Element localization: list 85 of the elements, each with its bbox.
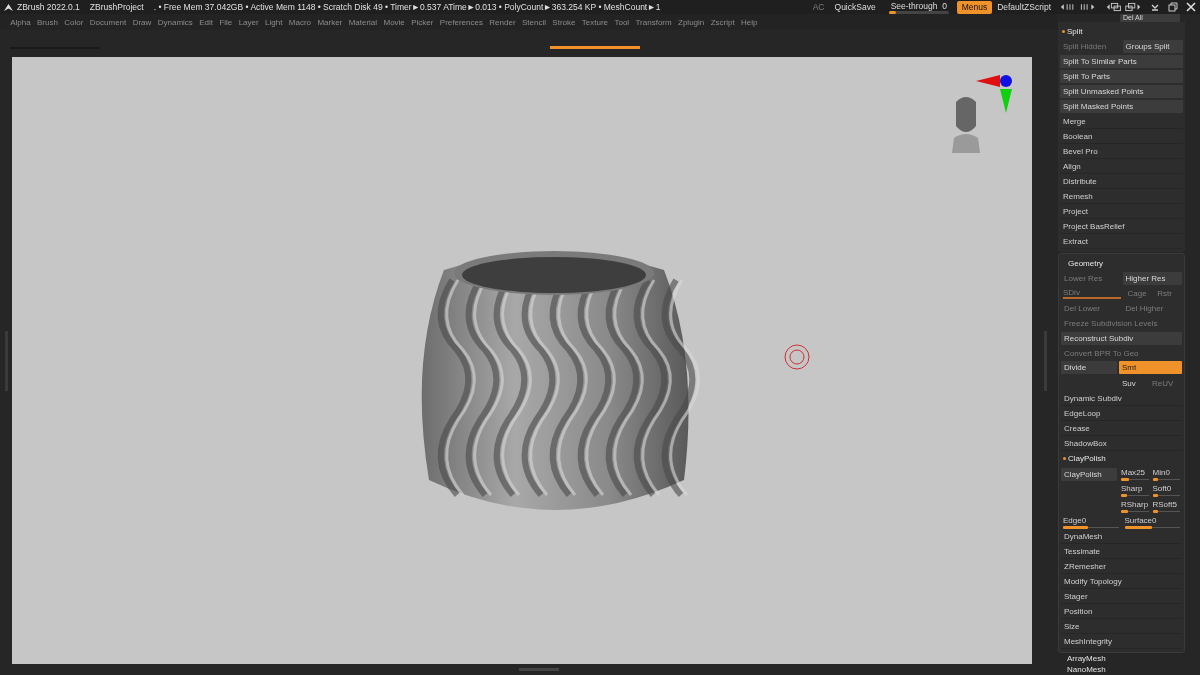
menu-item[interactable]: Stencil [518, 17, 550, 27]
palette-item[interactable]: ZRemesher [1061, 559, 1182, 574]
axis-gizmo-drawing[interactable] [976, 75, 1012, 113]
menu-item[interactable]: Texture [578, 17, 612, 27]
menu-item[interactable]: Document [86, 17, 130, 27]
brush-cursor-icon [783, 343, 811, 371]
palette-item[interactable]: Size [1061, 619, 1182, 634]
claypolish-button[interactable]: ClayPolish [1061, 468, 1117, 481]
palette-item[interactable]: MeshIntegrity [1061, 634, 1182, 649]
palette-item[interactable]: Distribute [1060, 174, 1183, 189]
menu-item[interactable]: Light [261, 17, 286, 27]
logo-icon [3, 2, 14, 12]
document-canvas[interactable] [12, 57, 1032, 664]
option-toggle[interactable]: Smt [1119, 361, 1182, 374]
palette-item[interactable]: ShadowBox [1061, 436, 1182, 451]
palette-button[interactable]: Groups Split [1122, 40, 1183, 53]
parameter-slider[interactable]: Edge0 [1061, 515, 1121, 528]
palette-item[interactable]: Crease [1061, 421, 1182, 436]
palette-item[interactable]: Project BasRelief [1060, 219, 1183, 234]
see-through-slider[interactable]: See-through 0 [888, 0, 949, 14]
menu-item[interactable]: Zplugin [674, 17, 708, 27]
palette-button[interactable]: Split Masked Points [1060, 100, 1183, 113]
parameter-slider[interactable]: Min0 [1150, 468, 1182, 480]
menu-item[interactable]: Tool [611, 17, 633, 27]
palette-item[interactable]: Tessimate [1061, 544, 1182, 559]
quicksave-button[interactable]: QuickSave [829, 0, 881, 14]
project-name: ZBrushProject [89, 2, 144, 12]
menu-item[interactable]: Material [345, 17, 381, 27]
subpalette-header[interactable]: ClayPolish [1061, 451, 1182, 466]
section-header[interactable]: Geometry [1061, 256, 1182, 271]
option-toggle[interactable]: Suv [1119, 376, 1148, 390]
status-stats: . • Free Mem 37.042GB • Active Mem 1148 • Scratch Disk 49 • Timer►0.537 ATime►0.013 • PolyCount►363.254 KP • MeshCount►1 [153, 2, 661, 12]
menu-item[interactable]: Render [486, 17, 519, 27]
palette-item[interactable]: Stager [1061, 589, 1182, 604]
menu-item[interactable]: Stroke [549, 17, 579, 27]
menu-item[interactable]: Preferences [436, 17, 487, 27]
menu-item[interactable]: Help [737, 17, 761, 27]
menu-item[interactable]: Dynamics [154, 17, 196, 27]
menu-item[interactable]: Brush [33, 17, 62, 27]
palette-item[interactable]: Modify Topology [1061, 574, 1182, 589]
palette-item[interactable]: EdgeLoop [1061, 406, 1182, 421]
palette-button[interactable]: Reconstruct Subdiv [1061, 332, 1182, 345]
parameter-slider[interactable]: RSoft5 [1150, 500, 1182, 512]
palette-header[interactable]: NanoMesh [1058, 664, 1185, 675]
menu-item[interactable]: Zscript [707, 17, 738, 27]
parameter-slider[interactable]: Surface0 [1122, 515, 1182, 528]
menu-item[interactable]: Transform [632, 17, 675, 27]
divide-button[interactable]: Divide [1061, 361, 1117, 374]
palette-item[interactable]: Merge [1060, 114, 1183, 129]
parameter-slider[interactable]: Sharp [1119, 484, 1151, 496]
palette-button[interactable]: Split Unmasked Points [1060, 85, 1183, 98]
menus-button[interactable]: Menus [956, 0, 993, 14]
parameter-slider[interactable]: RSharp [1119, 500, 1151, 512]
window-layout-icon[interactable] [1106, 2, 1142, 12]
palette-item[interactable]: Align [1060, 159, 1183, 174]
palette-item[interactable]: Project [1060, 204, 1183, 219]
menu-item[interactable]: Color [61, 17, 87, 27]
palette-item[interactable]: Dynamic Subdiv [1061, 391, 1182, 406]
palette-header[interactable]: ArrayMesh [1058, 653, 1185, 664]
menu-item[interactable]: File [216, 17, 236, 27]
parameter-slider[interactable]: Soft0 [1150, 484, 1182, 496]
menu-item[interactable]: Movie [380, 17, 408, 27]
palette-button[interactable]: Split To Similar Parts [1060, 55, 1183, 68]
palette-item[interactable]: DynaMesh [1061, 529, 1182, 544]
app-title: ZBrush 2022.0.1 [17, 2, 80, 12]
menu-item[interactable]: Draw [129, 17, 155, 27]
section-header[interactable]: Split [1060, 24, 1183, 39]
palette-item[interactable]: Extract [1060, 234, 1183, 249]
parameter-slider[interactable]: Max25 [1119, 468, 1151, 480]
menu-item[interactable]: Edit [196, 17, 217, 27]
minimize-icon[interactable] [1150, 2, 1160, 12]
close-icon[interactable] [1186, 2, 1196, 12]
menu-item[interactable]: Macro [285, 17, 315, 27]
palette-item[interactable]: Position [1061, 604, 1182, 619]
palette-button[interactable]: Higher Res [1122, 272, 1182, 285]
menu-item[interactable]: Alpha [7, 17, 34, 27]
palette-item[interactable]: Bevel Pro [1060, 144, 1183, 159]
restore-icon[interactable] [1168, 2, 1178, 12]
palette-item[interactable]: Boolean [1060, 129, 1183, 144]
menu-item[interactable]: Picker [408, 17, 437, 27]
palette-button[interactable]: Split To Parts [1060, 70, 1183, 83]
menu-item[interactable]: Marker [314, 17, 346, 27]
menu-item[interactable]: Layer [235, 17, 262, 27]
zscript-button[interactable]: DefaultZScript [992, 0, 1056, 14]
palette-item[interactable]: Remesh [1060, 189, 1183, 204]
